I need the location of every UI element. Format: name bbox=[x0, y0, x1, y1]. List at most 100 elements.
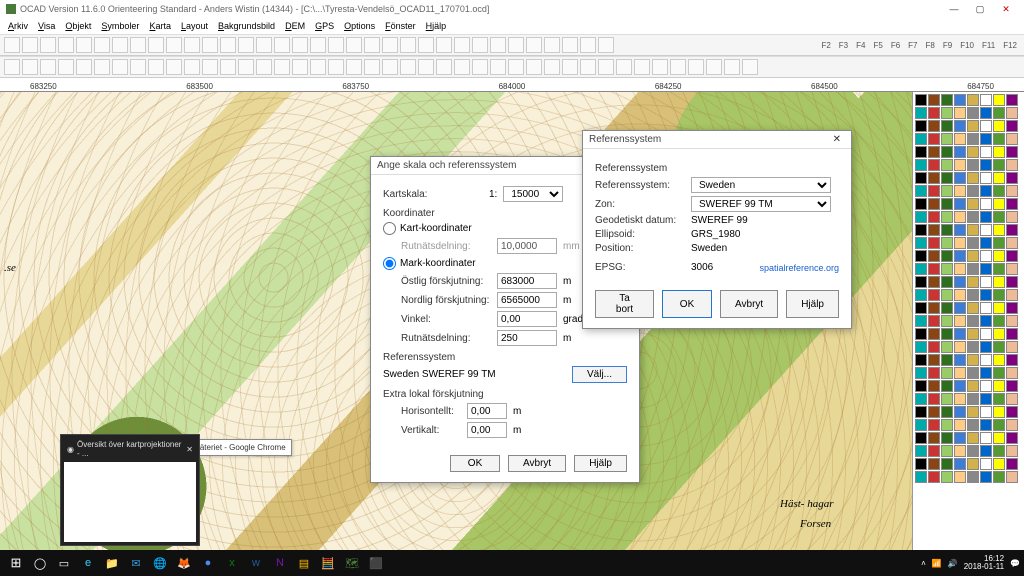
symbol-227[interactable] bbox=[954, 458, 966, 470]
browser-thumbnail[interactable]: ◉Översikt över kartprojektioner - ...✕ bbox=[60, 434, 200, 546]
taskbar-icon-15[interactable]: ⬛ bbox=[365, 552, 387, 574]
symbol-97[interactable] bbox=[928, 250, 940, 262]
symbol-168[interactable] bbox=[915, 367, 927, 379]
symbol-101[interactable] bbox=[980, 250, 992, 262]
symbol-224[interactable] bbox=[915, 458, 927, 470]
symbol-70[interactable] bbox=[993, 198, 1005, 210]
tool-btn-29[interactable] bbox=[526, 37, 542, 53]
symbol-122[interactable] bbox=[941, 289, 953, 301]
symbol-231[interactable] bbox=[1006, 458, 1018, 470]
symbol-138[interactable] bbox=[941, 315, 953, 327]
symbol-136[interactable] bbox=[915, 315, 927, 327]
menu-fönster[interactable]: Fönster bbox=[381, 20, 420, 32]
tool-btn-32[interactable] bbox=[580, 37, 596, 53]
symbol-203[interactable] bbox=[954, 419, 966, 431]
symbol-204[interactable] bbox=[967, 419, 979, 431]
symbol-47[interactable] bbox=[1006, 159, 1018, 171]
tool-btn-9[interactable] bbox=[166, 37, 182, 53]
tool-btn-28[interactable] bbox=[508, 37, 524, 53]
symbol-32[interactable] bbox=[915, 146, 927, 158]
symbol-81[interactable] bbox=[928, 224, 940, 236]
symbol-172[interactable] bbox=[967, 367, 979, 379]
symbol-165[interactable] bbox=[980, 354, 992, 366]
symbol-176[interactable] bbox=[915, 380, 927, 392]
symbol-40[interactable] bbox=[915, 159, 927, 171]
symbol-38[interactable] bbox=[993, 146, 1005, 158]
symbol-78[interactable] bbox=[993, 211, 1005, 223]
symbol-201[interactable] bbox=[928, 419, 940, 431]
taskbar-icon-14[interactable]: 🗺 bbox=[341, 552, 363, 574]
symbol-208[interactable] bbox=[915, 432, 927, 444]
symbol-59[interactable] bbox=[954, 185, 966, 197]
tool-btn-31[interactable] bbox=[562, 37, 578, 53]
symbol-17[interactable] bbox=[928, 120, 940, 132]
dlg2-delete-button[interactable]: Ta bort bbox=[595, 290, 654, 318]
symbol-102[interactable] bbox=[993, 250, 1005, 262]
fkey-F8[interactable]: F8 bbox=[923, 41, 938, 50]
grid-paper-input[interactable] bbox=[497, 238, 557, 254]
symbol-218[interactable] bbox=[941, 445, 953, 457]
symbol-135[interactable] bbox=[1006, 302, 1018, 314]
symbol-15[interactable] bbox=[1006, 107, 1018, 119]
close-button[interactable]: ✕ bbox=[994, 2, 1018, 16]
symbol-65[interactable] bbox=[928, 198, 940, 210]
symbol-2[interactable] bbox=[941, 94, 953, 106]
symbol-155[interactable] bbox=[954, 341, 966, 353]
symbol-177[interactable] bbox=[928, 380, 940, 392]
symbol-113[interactable] bbox=[928, 276, 940, 288]
symbol-198[interactable] bbox=[993, 406, 1005, 418]
symbol-191[interactable] bbox=[1006, 393, 1018, 405]
tool2-btn-7[interactable] bbox=[130, 59, 146, 75]
horiz-input[interactable] bbox=[467, 403, 507, 419]
symbol-215[interactable] bbox=[1006, 432, 1018, 444]
taskbar-icon-5[interactable]: ✉ bbox=[125, 552, 147, 574]
symbol-212[interactable] bbox=[967, 432, 979, 444]
fkey-F6[interactable]: F6 bbox=[888, 41, 903, 50]
symbol-152[interactable] bbox=[915, 341, 927, 353]
tool2-btn-13[interactable] bbox=[238, 59, 254, 75]
symbol-127[interactable] bbox=[1006, 289, 1018, 301]
symbol-100[interactable] bbox=[967, 250, 979, 262]
symbol-236[interactable] bbox=[967, 471, 979, 483]
tool-btn-0[interactable] bbox=[4, 37, 20, 53]
symbol-85[interactable] bbox=[980, 224, 992, 236]
symbol-60[interactable] bbox=[967, 185, 979, 197]
vert-input[interactable] bbox=[467, 422, 507, 438]
tool2-btn-2[interactable] bbox=[40, 59, 56, 75]
symbol-210[interactable] bbox=[941, 432, 953, 444]
tool-btn-8[interactable] bbox=[148, 37, 164, 53]
symbol-211[interactable] bbox=[954, 432, 966, 444]
symbol-209[interactable] bbox=[928, 432, 940, 444]
fkey-F5[interactable]: F5 bbox=[870, 41, 885, 50]
symbol-141[interactable] bbox=[980, 315, 992, 327]
symbol-130[interactable] bbox=[941, 302, 953, 314]
symbol-219[interactable] bbox=[954, 445, 966, 457]
symbol-187[interactable] bbox=[954, 393, 966, 405]
tool2-btn-12[interactable] bbox=[220, 59, 236, 75]
symbol-83[interactable] bbox=[954, 224, 966, 236]
symbol-89[interactable] bbox=[928, 237, 940, 249]
symbol-121[interactable] bbox=[928, 289, 940, 301]
symbol-27[interactable] bbox=[954, 133, 966, 145]
dlg2-ok-button[interactable]: OK bbox=[662, 290, 712, 318]
symbol-220[interactable] bbox=[967, 445, 979, 457]
symbol-52[interactable] bbox=[967, 172, 979, 184]
symbol-55[interactable] bbox=[1006, 172, 1018, 184]
menu-gps[interactable]: GPS bbox=[311, 20, 338, 32]
symbol-116[interactable] bbox=[967, 276, 979, 288]
symbol-173[interactable] bbox=[980, 367, 992, 379]
tool2-btn-6[interactable] bbox=[112, 59, 128, 75]
paper-coords-radio[interactable] bbox=[383, 222, 396, 235]
fkey-F3[interactable]: F3 bbox=[836, 41, 851, 50]
symbol-186[interactable] bbox=[941, 393, 953, 405]
symbol-18[interactable] bbox=[941, 120, 953, 132]
symbol-79[interactable] bbox=[1006, 211, 1018, 223]
tool2-btn-30[interactable] bbox=[544, 59, 560, 75]
symbol-62[interactable] bbox=[993, 185, 1005, 197]
tool-btn-22[interactable] bbox=[400, 37, 416, 53]
symbol-0[interactable] bbox=[915, 94, 927, 106]
taskbar-icon-1[interactable]: ◯ bbox=[29, 552, 51, 574]
symbol-156[interactable] bbox=[967, 341, 979, 353]
scale-select[interactable]: 15000 bbox=[503, 186, 563, 202]
tool2-btn-37[interactable] bbox=[670, 59, 686, 75]
